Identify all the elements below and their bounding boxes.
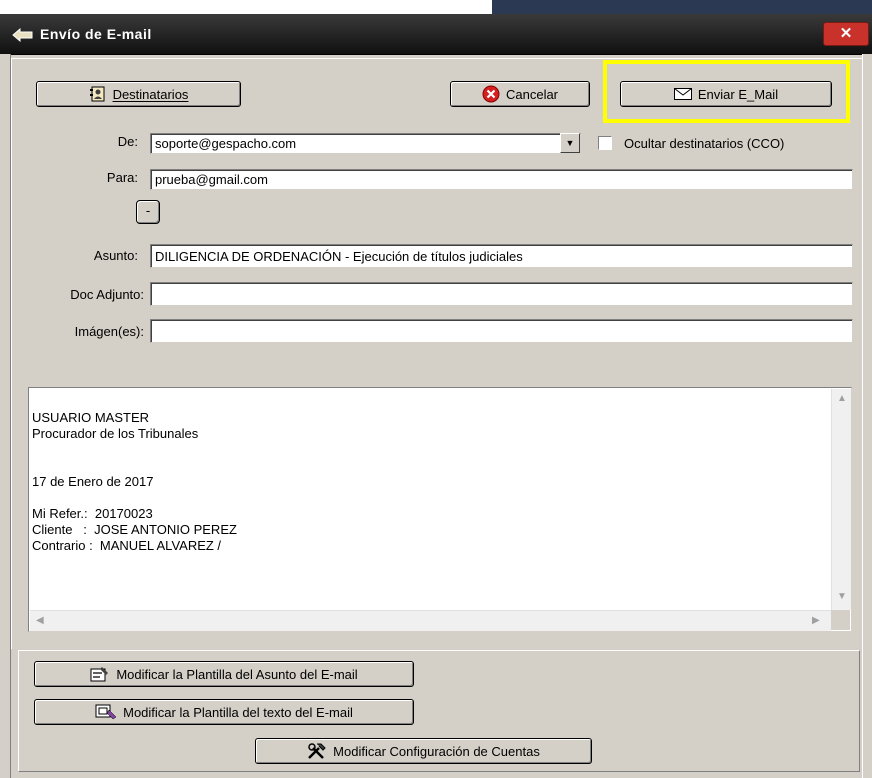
subject-field[interactable]: DILIGENCIA DE ORDENACIÓN - Ejecución de … [150,244,853,268]
attachment-field[interactable] [150,282,853,306]
window-frame-left [0,54,11,778]
scroll-right-icon[interactable]: ▶ [812,615,820,626]
modify-accounts-config-label: Modificar Configuración de Cuentas [333,743,540,759]
window-title: Envío de E-mail [40,26,152,42]
recipients-button[interactable]: Destinatarios [36,81,241,107]
scroll-down-icon[interactable]: ▼ [837,591,847,602]
background-window-edge [492,0,872,14]
modify-text-template-label: Modificar la Plantilla del texto del E-m… [123,704,353,720]
vertical-scrollbar[interactable]: ▲ ▼ [831,389,851,610]
cancel-button[interactable]: Cancelar [450,81,590,107]
remove-button[interactable]: - [136,200,160,224]
modify-text-template-button[interactable]: Modificar la Plantilla del texto del E-m… [34,699,414,725]
modify-subject-template-label: Modificar la Plantilla del Asunto del E-… [116,666,358,682]
envelope-icon [673,88,692,100]
modify-subject-template-button[interactable]: Modificar la Plantilla del Asunto del E-… [34,661,414,687]
scroll-up-icon[interactable]: ▲ [837,393,847,404]
close-button[interactable]: ✕ [823,22,869,46]
images-field[interactable] [150,319,853,343]
window-frame-right [862,54,872,778]
edit-form-icon [90,667,109,682]
send-email-button-label: Enviar E_Mail [697,86,779,102]
message-body-text[interactable]: USUARIO MASTER Procurador de los Tribuna… [32,410,812,554]
to-label: Para: [106,170,138,185]
cancel-button-label: Cancelar [505,86,559,102]
recipients-button-label: Destinatarios [112,86,189,102]
hide-recipients-label: Ocultar destinatarios (CCO) [624,136,785,151]
modify-accounts-config-button[interactable]: Modificar Configuración de Cuentas [255,738,592,764]
scroll-left-icon[interactable]: ◀ [36,615,44,626]
address-book-icon [89,86,105,102]
scrollbar-corner [831,610,850,630]
images-label: Imágen(es): [74,324,144,339]
cancel-icon [482,85,500,103]
attachment-label: Doc Adjunto: [70,287,144,302]
app-icon [12,28,33,42]
edit-document-icon [95,704,117,720]
send-email-button[interactable]: Enviar E_Mail [620,81,832,107]
horizontal-scrollbar[interactable]: ◀ ▶ [30,610,831,631]
subject-label: Asunto: [93,248,138,263]
tools-icon [308,743,326,759]
from-label: De: [117,134,138,149]
chevron-down-icon[interactable]: ▼ [560,133,580,153]
hide-recipients-checkbox[interactable] [598,136,612,150]
to-field[interactable]: prueba@gmail.com [150,169,853,190]
from-select[interactable]: soporte@gespacho.com [150,133,581,154]
